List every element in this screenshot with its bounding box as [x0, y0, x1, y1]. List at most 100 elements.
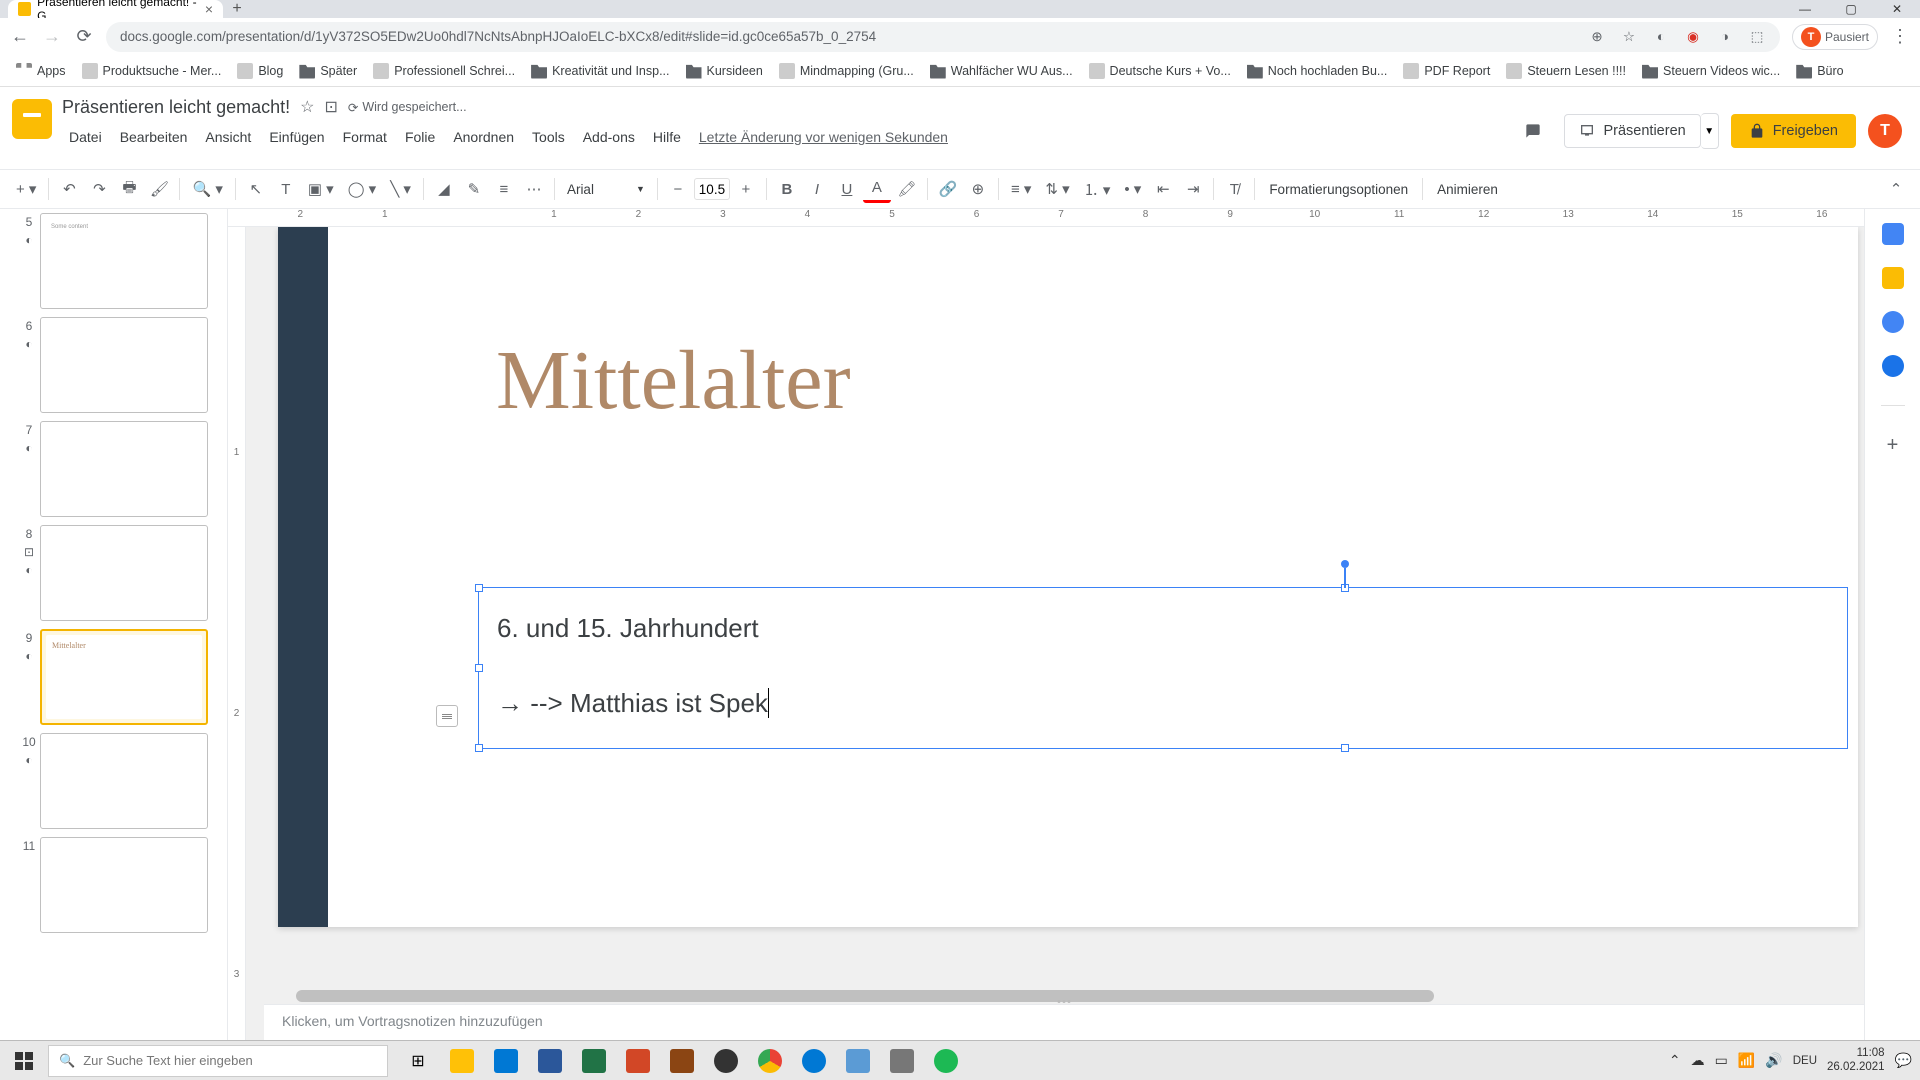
resize-handle-s[interactable]: [1341, 744, 1349, 752]
fill-color-button[interactable]: ◢: [430, 175, 458, 203]
notes-resize-grip[interactable]: [1058, 1000, 1071, 1003]
star-icon[interactable]: ☆: [300, 97, 314, 117]
slide-thumb-5[interactable]: Some content: [40, 213, 208, 309]
resize-handle-w[interactable]: [475, 664, 483, 672]
print-button[interactable]: 🖶: [115, 175, 143, 203]
border-dash-button[interactable]: ⋯: [520, 175, 548, 203]
tray-chevron-icon[interactable]: ⌃: [1669, 1052, 1681, 1069]
font-size-increase[interactable]: +: [732, 175, 760, 203]
taskbar-edge-icon[interactable]: [792, 1041, 836, 1080]
animate-button[interactable]: Animieren: [1429, 182, 1506, 197]
chrome-menu-icon[interactable]: ⋮: [1890, 27, 1910, 47]
slide-thumb-11[interactable]: [40, 837, 208, 933]
comments-icon[interactable]: [1514, 112, 1552, 150]
document-title[interactable]: Präsentieren leicht gemacht!: [62, 97, 290, 118]
increase-indent-button[interactable]: ⇥: [1179, 175, 1207, 203]
border-color-button[interactable]: ✎: [460, 175, 488, 203]
undo-button[interactable]: ↶: [55, 175, 83, 203]
reload-button[interactable]: ⟳: [74, 27, 94, 47]
taskbar-notepad-icon[interactable]: [836, 1041, 880, 1080]
tray-battery-icon[interactable]: ▭: [1715, 1052, 1728, 1069]
rotate-handle[interactable]: [1341, 560, 1349, 568]
bullet-list-button[interactable]: • ▾: [1118, 175, 1147, 203]
line-tool[interactable]: ╲ ▾: [384, 175, 417, 203]
last-edit-link[interactable]: Letzte Änderung vor wenigen Sekunden: [692, 125, 955, 149]
tasks-icon[interactable]: [1882, 311, 1904, 333]
menu-anordnen[interactable]: Anordnen: [446, 125, 521, 149]
present-dropdown[interactable]: ▼: [1701, 113, 1719, 149]
highlight-button[interactable]: 🖍: [893, 175, 921, 203]
menu-folie[interactable]: Folie: [398, 125, 442, 149]
comment-button[interactable]: ⊕: [964, 175, 992, 203]
font-selector[interactable]: Arial▼: [561, 182, 651, 197]
slide-thumb-8[interactable]: [40, 525, 208, 621]
scrollbar-thumb[interactable]: [296, 990, 1434, 1002]
format-options-button[interactable]: Formatierungsoptionen: [1261, 182, 1416, 197]
new-tab-button[interactable]: +: [223, 0, 251, 18]
task-view-button[interactable]: ⊞: [396, 1041, 440, 1080]
tray-volume-icon[interactable]: 🔊: [1765, 1052, 1782, 1069]
menu-bearbeiten[interactable]: Bearbeiten: [113, 125, 195, 149]
keep-icon[interactable]: [1882, 267, 1904, 289]
paint-format-button[interactable]: 🖌: [145, 175, 173, 203]
bookmark-item[interactable]: Professionell Schrei...: [367, 59, 521, 83]
taskbar-spotify-icon[interactable]: [924, 1041, 968, 1080]
tray-onedrive-icon[interactable]: ☁: [1691, 1052, 1705, 1069]
line-spacing-button[interactable]: ⇅ ▾: [1039, 175, 1075, 203]
slide-title-text[interactable]: Mittelalter: [496, 332, 851, 429]
tray-notifications-icon[interactable]: 💬: [1895, 1052, 1912, 1069]
collapse-toolbar-icon[interactable]: ⌃: [1882, 175, 1910, 203]
minimize-button[interactable]: —: [1782, 0, 1828, 18]
extensions-menu-icon[interactable]: ⬚: [1748, 28, 1766, 46]
bookmark-folder[interactable]: Steuern Videos wic...: [1636, 59, 1786, 83]
bookmark-item[interactable]: PDF Report: [1397, 59, 1496, 83]
link-button[interactable]: 🔗: [934, 175, 962, 203]
back-button[interactable]: ←: [10, 27, 30, 47]
bookmark-folder[interactable]: Kursideen: [680, 59, 769, 83]
tray-wifi-icon[interactable]: 📶: [1738, 1052, 1755, 1069]
extension-icon[interactable]: ◉: [1684, 28, 1702, 46]
taskbar-powerpoint-icon[interactable]: [616, 1041, 660, 1080]
new-slide-button[interactable]: + ▾: [10, 175, 42, 203]
maximize-button[interactable]: ▢: [1828, 0, 1874, 18]
shape-tool[interactable]: ◯ ▾: [342, 175, 382, 203]
present-button[interactable]: Präsentieren: [1564, 114, 1700, 148]
taskbar-app2-icon[interactable]: [880, 1041, 924, 1080]
tray-clock[interactable]: 11:08 26.02.2021: [1827, 1047, 1885, 1075]
menu-format[interactable]: Format: [336, 125, 394, 149]
extension2-icon[interactable]: ◑: [1716, 28, 1734, 46]
bookmark-folder[interactable]: Wahlfächer WU Aus...: [924, 59, 1079, 83]
bookmark-item[interactable]: Steuern Lesen !!!!: [1500, 59, 1632, 83]
taskbar-mail-icon[interactable]: [484, 1041, 528, 1080]
menu-ansicht[interactable]: Ansicht: [198, 125, 258, 149]
translate-icon[interactable]: ◐: [1652, 28, 1670, 46]
taskbar-obs-icon[interactable]: [704, 1041, 748, 1080]
textbox-content[interactable]: 6. und 15. Jahrhundert → --> Matthias is…: [497, 600, 1829, 732]
zoom-icon[interactable]: ⊕: [1588, 28, 1606, 46]
bookmark-item[interactable]: Deutsche Kurs + Vo...: [1083, 59, 1237, 83]
speaker-notes[interactable]: Klicken, um Vortragsnotizen hinzuzufügen: [264, 1004, 1864, 1040]
add-addon-icon[interactable]: +: [1882, 434, 1904, 456]
slides-logo-icon[interactable]: [12, 99, 52, 139]
bookmark-apps[interactable]: Apps: [10, 59, 72, 83]
address-bar[interactable]: docs.google.com/presentation/d/1yV372SO5…: [106, 22, 1780, 52]
bookmark-star-icon[interactable]: ☆: [1620, 28, 1638, 46]
browser-tab[interactable]: Präsentieren leicht gemacht! - G ×: [8, 0, 223, 18]
menu-tools[interactable]: Tools: [525, 125, 572, 149]
contacts-icon[interactable]: [1882, 355, 1904, 377]
calendar-icon[interactable]: [1882, 223, 1904, 245]
text-box-selected[interactable]: 6. und 15. Jahrhundert → --> Matthias is…: [478, 587, 1848, 749]
forward-button[interactable]: →: [42, 27, 62, 47]
slide-canvas[interactable]: Mittelalter 6. und 15. Jahrhundert → -->…: [278, 227, 1858, 927]
clear-format-button[interactable]: T̸: [1220, 175, 1248, 203]
font-size-input[interactable]: 10.5: [694, 178, 730, 200]
font-size-decrease[interactable]: −: [664, 175, 692, 203]
profile-chip[interactable]: T Pausiert: [1792, 24, 1878, 50]
autofit-handle[interactable]: [436, 705, 458, 727]
user-avatar[interactable]: T: [1868, 114, 1902, 148]
slide-thumb-10[interactable]: [40, 733, 208, 829]
horizontal-ruler[interactable]: 2112345678910111213141516: [228, 209, 1864, 227]
slide-thumb-9[interactable]: Mittelalter: [40, 629, 208, 725]
redo-button[interactable]: ↷: [85, 175, 113, 203]
bookmark-folder[interactable]: Kreativität und Insp...: [525, 59, 675, 83]
